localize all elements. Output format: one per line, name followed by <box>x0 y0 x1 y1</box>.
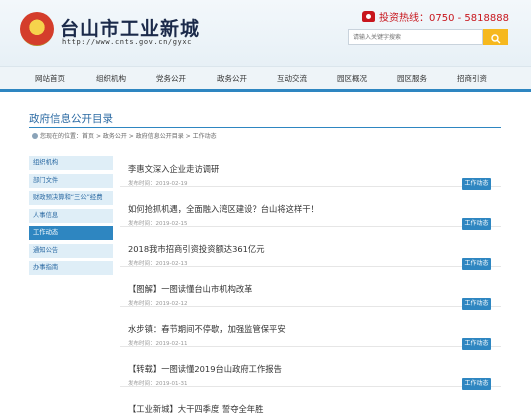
sidebar-item-department-documents[interactable]: 部门文件 <box>29 173 113 188</box>
sidebar-item-budget[interactable]: 财政预决算和“三公”经费 <box>29 191 113 205</box>
breadcrumb-gov-affairs[interactable]: 政务公开 <box>103 133 127 140</box>
publish-date: 发布时间：2019-02-19 <box>128 179 187 187</box>
nav-item-party-affairs[interactable]: 党务公开 <box>143 67 199 90</box>
nav-item-investment[interactable]: 招商引资 <box>444 67 500 90</box>
publish-date: 发布时间：2019-02-15 <box>128 219 187 227</box>
nav-item-park-services[interactable]: 园区服务 <box>384 67 440 90</box>
breadcrumb-prefix: 您现在的位置： <box>40 133 83 140</box>
search-input[interactable] <box>348 29 483 45</box>
article-list: 李惠文深入企业走访调研 发布时间：2019-02-19 工作动态 如何抢抓机遇，… <box>120 147 501 414</box>
site-url: http://www.cnts.gov.cn/gyxc <box>62 38 192 46</box>
article-title-link[interactable]: 2018我市招商引资投资额达361亿元 <box>128 243 265 255</box>
breadcrumb-catalog[interactable]: 政府信息公开目录 <box>136 133 184 140</box>
title-divider <box>29 127 501 128</box>
article-title-link[interactable]: 如何抢抓机遇，全面融入湾区建设？台山将这样干！ <box>128 203 319 215</box>
site-title[interactable]: 台山市工业新城 <box>60 14 200 41</box>
site-header: ★ 台山市工业新城 http://www.cnts.gov.cn/gyxc 投资… <box>0 0 531 66</box>
publish-date: 发布时间：2019-01-31 <box>128 379 187 387</box>
list-item: 2018我市招商引资投资额达361亿元 发布时间：2019-02-13 工作动态 <box>120 227 501 270</box>
national-emblem-icon: ★ <box>20 12 54 46</box>
list-item: 【转载】一图读懂2019台山政府工作报告 发布时间：2019-01-31 工作动… <box>120 347 501 390</box>
sidebar: 组织机构 部门文件 财政预决算和“三公”经费 人事信息 工作动态 通知公告 办事… <box>29 156 113 279</box>
search-icon <box>490 33 500 43</box>
breadcrumb-separator: > <box>94 133 103 140</box>
article-title-link[interactable]: 【图解】一图读懂台山市机构改革 <box>128 283 252 295</box>
nav-item-park-overview[interactable]: 园区概况 <box>324 67 380 90</box>
search-button[interactable] <box>483 29 508 45</box>
breadcrumb-separator: > <box>183 133 193 140</box>
sidebar-item-notices[interactable]: 通知公告 <box>29 243 113 258</box>
publish-date: 发布时间：2019-02-13 <box>128 259 187 267</box>
publish-date: 发布时间：2019-02-12 <box>128 299 187 307</box>
main-nav: 网站首页 组织机构 党务公开 政务公开 互动交流 园区概况 园区服务 招商引资 <box>0 66 531 92</box>
nav-item-organization[interactable]: 组织机构 <box>83 67 139 90</box>
article-title-link[interactable]: 【转载】一图读懂2019台山政府工作报告 <box>128 363 282 375</box>
publish-date: 发布时间：2019-02-11 <box>128 339 187 347</box>
page-title: 政府信息公开目录 <box>29 113 113 125</box>
search-box <box>348 29 508 45</box>
hotline-text: 投资热线：0750 - 5818888 <box>379 13 509 24</box>
sidebar-item-service-guide[interactable]: 办事指南 <box>29 261 113 275</box>
list-item: 水步镇：春节期间不停歇，加强监管保平安 发布时间：2019-02-11 工作动态 <box>120 307 501 350</box>
list-item: 李惠文深入企业走访调研 发布时间：2019-02-19 工作动态 <box>120 147 501 190</box>
article-title-link[interactable]: 水步镇：春节期间不停歇，加强监管保平安 <box>128 323 286 335</box>
article-title-link[interactable]: 李惠文深入企业走访调研 <box>128 163 219 175</box>
nav-item-interaction[interactable]: 互动交流 <box>264 67 320 90</box>
nav-item-home[interactable]: 网站首页 <box>22 67 78 90</box>
breadcrumb-home[interactable]: 首页 <box>82 133 94 140</box>
list-item: 【图解】一图读懂台山市机构改革 发布时间：2019-02-12 工作动态 <box>120 267 501 310</box>
breadcrumb: 您现在的位置：首页 > 政务公开 > 政府信息公开目录 > 工作动态 <box>32 131 217 140</box>
phone-icon <box>362 11 375 22</box>
list-item: 如何抢抓机遇，全面融入湾区建设？台山将这样干！ 发布时间：2019-02-15 … <box>120 187 501 230</box>
sidebar-item-organization[interactable]: 组织机构 <box>29 156 113 170</box>
investment-hotline: 投资热线：0750 - 5818888 <box>362 9 509 24</box>
sidebar-item-work-news[interactable]: 工作动态 <box>29 226 113 240</box>
breadcrumb-separator: > <box>126 133 136 140</box>
nav-item-government-affairs[interactable]: 政务公开 <box>204 67 260 90</box>
location-icon <box>32 133 38 139</box>
list-item: 【工业新城】大干四季度 誓夺全年胜 <box>120 387 501 414</box>
breadcrumb-current[interactable]: 工作动态 <box>193 133 217 140</box>
sidebar-item-personnel[interactable]: 人事信息 <box>29 208 113 223</box>
